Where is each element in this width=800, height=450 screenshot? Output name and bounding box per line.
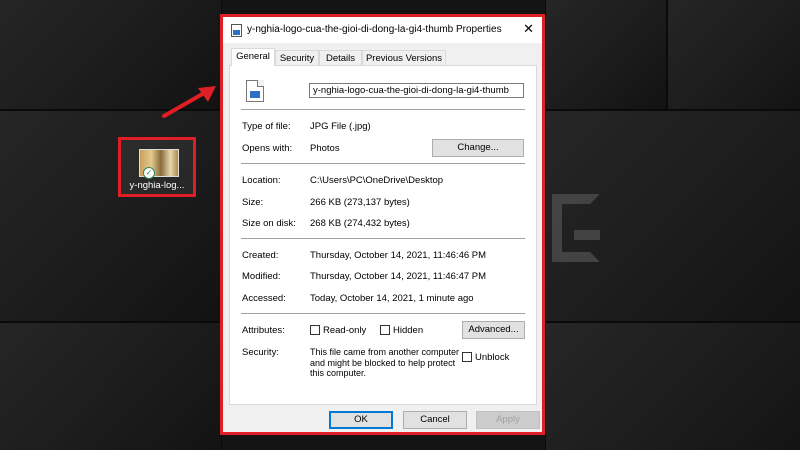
unblock-checkbox[interactable]: [462, 352, 472, 362]
bg-tile: [667, 0, 800, 110]
location-value: C:\Users\PC\OneDrive\Desktop: [310, 175, 444, 186]
bg-tile: [545, 0, 667, 110]
size-on-disk-label: Size on disk:: [242, 218, 296, 229]
cancel-button[interactable]: Cancel: [403, 411, 467, 429]
file-name-input[interactable]: y-nghia-logo-cua-the-gioi-di-dong-la-gi4…: [309, 83, 524, 98]
readonly-checkbox[interactable]: [310, 325, 320, 335]
attributes-label: Attributes:: [242, 325, 285, 336]
background-logo-letter: [552, 194, 600, 262]
created-label: Created:: [242, 250, 279, 261]
created-value: Thursday, October 14, 2021, 11:46:46 PM: [310, 250, 487, 261]
hidden-label[interactable]: Hidden: [393, 325, 423, 336]
change-button[interactable]: Change...: [432, 139, 524, 157]
separator: [241, 238, 525, 239]
opens-with-label: Opens with:: [242, 143, 293, 154]
sync-check-icon: ✓: [143, 167, 155, 179]
advanced-button[interactable]: Advanced...: [462, 321, 525, 339]
security-label: Security:: [242, 347, 279, 358]
apply-button[interactable]: Apply: [476, 411, 540, 429]
modified-value: Thursday, October 14, 2021, 11:46:47 PM: [310, 271, 487, 282]
title-bar[interactable]: y-nghia-logo-cua-the-gioi-di-dong-la-gi4…: [223, 17, 542, 43]
type-label: Type of file:: [242, 121, 291, 132]
accessed-value: Today, October 14, 2021, 1 minute ago: [310, 293, 474, 304]
tab-details[interactable]: Details: [319, 50, 362, 65]
red-arrow-annotation: [162, 86, 216, 118]
tab-previous-versions[interactable]: Previous Versions: [362, 50, 446, 65]
close-icon[interactable]: ✕: [523, 22, 534, 35]
separator: [241, 163, 525, 164]
unblock-label[interactable]: Unblock: [475, 352, 509, 363]
tab-general[interactable]: General: [231, 48, 275, 66]
tab-security[interactable]: Security: [275, 50, 319, 65]
separator: [241, 109, 525, 110]
location-label: Location:: [242, 175, 281, 186]
file-title-icon: [231, 24, 242, 37]
opens-with-value: Photos: [310, 143, 340, 154]
security-message: This file came from another computer and…: [310, 347, 460, 378]
size-on-disk-value: 268 KB (274,432 bytes): [310, 218, 410, 229]
separator: [241, 313, 525, 314]
readonly-label[interactable]: Read-only: [323, 325, 366, 336]
accessed-label: Accessed:: [242, 293, 286, 304]
ok-button[interactable]: OK: [329, 411, 393, 429]
dialog-title: y-nghia-logo-cua-the-gioi-di-dong-la-gi4…: [247, 24, 502, 35]
desktop-file-label: y-nghia-log...: [129, 180, 185, 191]
size-label: Size:: [242, 197, 264, 208]
bg-tile: [0, 322, 222, 450]
desktop-file-icon[interactable]: ✓ y-nghia-log...: [118, 137, 196, 197]
bg-tile: [545, 322, 800, 450]
modified-label: Modified:: [242, 271, 281, 282]
size-value: 266 KB (273,137 bytes): [310, 197, 410, 208]
image-file-icon: [246, 80, 264, 102]
hidden-checkbox[interactable]: [380, 325, 390, 335]
properties-dialog: y-nghia-logo-cua-the-gioi-di-dong-la-gi4…: [220, 14, 545, 435]
type-value: JPG File (.jpg): [310, 121, 371, 132]
